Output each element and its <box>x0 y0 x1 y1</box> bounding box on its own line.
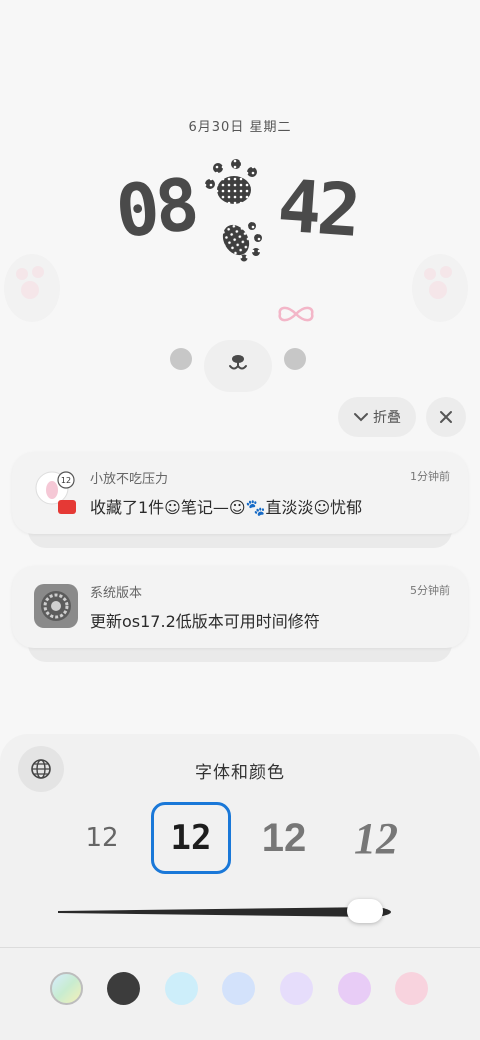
clear-notifications-button[interactable] <box>426 397 466 437</box>
bear-snout <box>204 340 272 392</box>
color-swatch[interactable] <box>338 972 371 1005</box>
notification-card[interactable]: 12 小放不吃压力 1分钟前 收藏了1件☺笔记—☺🐾直淡淡☺忧郁 <box>12 452 468 534</box>
color-swatch[interactable] <box>280 972 313 1005</box>
notification-app-name: 小放不吃压力 <box>90 472 169 487</box>
chevron-down-icon <box>354 413 368 422</box>
bow-decoration-icon <box>278 306 314 322</box>
paw-decoration-icon <box>412 254 468 322</box>
bear-eye <box>284 348 306 370</box>
notification-time: 5分钟前 <box>410 584 450 597</box>
font-option[interactable]: 12 <box>244 802 324 874</box>
font-option[interactable]: 12 <box>62 802 142 874</box>
paw-decoration-icon <box>4 254 60 322</box>
color-swatch[interactable] <box>165 972 198 1005</box>
bear-face-decoration <box>0 336 480 396</box>
notification-message: 更新os17.2低版本可用时间修符 <box>90 612 320 631</box>
notification-time: 1分钟前 <box>410 470 450 483</box>
color-swatch[interactable] <box>50 972 83 1005</box>
font-color-sheet: 字体和颜色 12 12 12 12 <box>0 734 480 1040</box>
color-swatch[interactable] <box>107 972 140 1005</box>
notification-card[interactable]: 系统版本 5分钟前 更新os17.2低版本可用时间修符 <box>12 566 468 648</box>
collapse-notifications-button[interactable]: 折叠 <box>338 397 416 437</box>
notification-app-name: 系统版本 <box>90 586 143 601</box>
close-icon <box>440 411 452 423</box>
color-swatch[interactable] <box>395 972 428 1005</box>
slider-thumb[interactable] <box>347 899 383 923</box>
font-option[interactable]: 12 <box>336 802 416 874</box>
font-weight-slider[interactable] <box>58 898 408 926</box>
clock-hour: 08 <box>111 162 199 254</box>
notification-message: 收藏了1件☺笔记—☺🐾直淡淡☺忧郁 <box>90 498 363 517</box>
paw-print-icon <box>205 159 262 262</box>
lock-date: 6月30日 星期二 <box>188 120 292 135</box>
divider <box>0 947 480 948</box>
bear-eye <box>170 348 192 370</box>
collapse-label: 折叠 <box>373 410 401 426</box>
sheet-title: 字体和颜色 <box>195 763 285 783</box>
color-swatch[interactable] <box>222 972 255 1005</box>
svg-text:12: 12 <box>61 476 71 485</box>
notification-app-icon: 12 <box>34 470 78 514</box>
font-option-selected[interactable]: 12 <box>151 802 231 874</box>
settings-gear-icon <box>34 584 78 628</box>
clock-minute: 42 <box>275 163 360 253</box>
